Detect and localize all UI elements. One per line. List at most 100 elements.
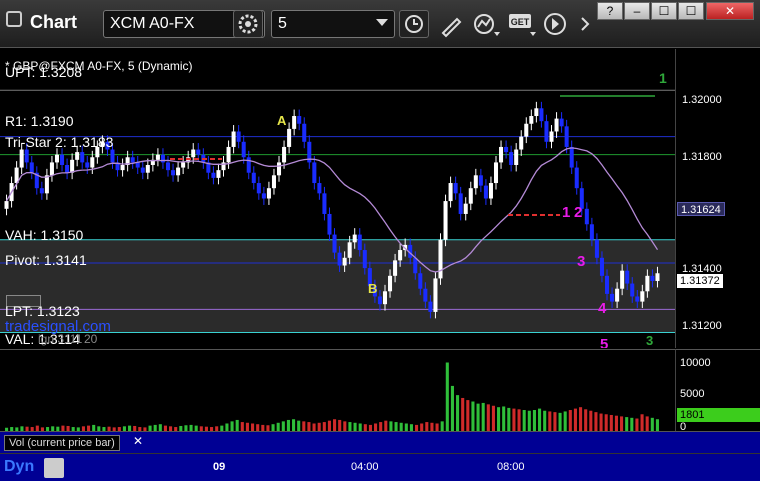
volume-bar [604,414,608,432]
candle-body [594,239,599,258]
candle-body [39,188,44,194]
candle-body [610,293,615,302]
candle-body [287,128,292,147]
candle-body [650,275,655,281]
candle-body [256,183,261,194]
price-chart[interactable]: AB1234513 * GBP@FXCM A0-FX, 5 (Dynamic) … [0,49,675,353]
chevron-down-icon[interactable] [376,19,388,26]
volume-bar [548,411,552,432]
candle-body [413,257,418,274]
candle-body [478,175,483,186]
candle-body [191,149,196,158]
candle-body [226,146,231,163]
vah-label: VAH: 1.3150 [5,227,84,243]
candle-body [559,118,564,127]
price-chart-canvas: AB1 234513 [0,70,675,353]
candle-body [488,183,493,199]
price-tick: 1.31200 [682,320,722,332]
candle-body [90,157,95,168]
volume-tick: 5000 [680,388,705,400]
time-axis[interactable]: Dyn 09 04:00 08:00 [0,453,760,481]
candle-body [44,175,49,194]
volume-bar [532,410,536,432]
get-data-button[interactable]: GET [508,12,538,38]
volume-bar [527,410,531,432]
close-icon[interactable]: ✕ [133,434,143,448]
indicator-chart-icon [474,14,500,36]
volume-indicator-text: Vol (current price bar) [9,437,115,449]
volume-bar [558,412,562,432]
candle-body [317,183,322,194]
volume-indicator-label[interactable]: Vol (current price bar) [4,435,120,451]
candle-body [60,154,65,165]
svg-text:GET: GET [511,17,530,27]
clock-button[interactable] [399,10,429,38]
volume-bar [507,407,511,432]
more-button[interactable] [574,12,598,36]
candle-body [171,170,176,176]
candle-body [448,183,453,202]
draw-tool-button[interactable] [438,12,464,38]
interval-select[interactable]: 5 [271,10,395,38]
candle-body [483,185,488,199]
volume-bar [456,395,460,432]
minimize-button[interactable]: – [624,2,650,20]
volume-bar [645,416,649,432]
volume-bar [573,408,577,432]
help-button[interactable]: ? [597,2,623,20]
close-button[interactable]: ✕ [706,2,754,20]
candle-body [327,213,332,235]
candle-body [529,116,534,124]
candle-body [4,201,9,209]
candle-body [357,234,362,251]
candle-body [388,275,393,292]
annotation-5: 5 [600,336,608,348]
price-axis[interactable]: 1.32000 1.31800 1.31624 1.31400 1.31372 … [675,49,760,348]
next-button[interactable] [543,12,567,36]
candle-body [514,149,519,165]
candle-body [65,164,70,173]
candle-body [519,136,524,150]
volume-bar [471,401,475,432]
gear-icon [238,14,258,34]
indicator-button[interactable] [472,12,502,38]
volume-bar [461,397,465,432]
candle-body [110,149,115,163]
volume-panel[interactable] [0,349,675,432]
chart-app-icon [6,11,22,27]
candle-body [589,224,594,240]
settings-button[interactable] [233,10,263,38]
candle-body [342,257,347,266]
candle-body [569,146,574,168]
chart-toolbar: Chart XCM A0-FX 5 GET ? – ☐ ☐ ✕ [0,0,760,48]
candle-body [458,193,463,214]
maximize-button[interactable]: ☐ [678,2,704,20]
candle-body [423,288,428,302]
candle-body [377,296,382,305]
volume-bar [650,417,654,432]
volume-bar [491,405,495,432]
candle-body [271,175,276,189]
annotation-1: 1 [562,204,570,221]
chevron-right-icon [581,17,590,31]
candle-body [297,116,302,124]
logo: Dyn [4,458,35,475]
price-tick: 1.31800 [682,151,722,163]
restore-button[interactable]: ☐ [651,2,677,20]
volume-bar [579,407,583,432]
candle-body [145,164,150,173]
candle-body [382,291,388,305]
candle-body [549,131,554,142]
window-title: Chart [30,12,78,32]
candle-body [176,167,181,176]
candle-body [24,149,29,163]
volume-bar [599,413,603,432]
candle-body [599,257,604,276]
price-tick: 1.32000 [682,94,722,106]
candle-body [332,234,337,253]
r1-label: R1: 1.3190 [5,113,74,129]
volume-bar [589,410,593,432]
candle-body [468,188,473,204]
lock-icon[interactable] [44,458,64,478]
volume-canvas [5,362,659,432]
